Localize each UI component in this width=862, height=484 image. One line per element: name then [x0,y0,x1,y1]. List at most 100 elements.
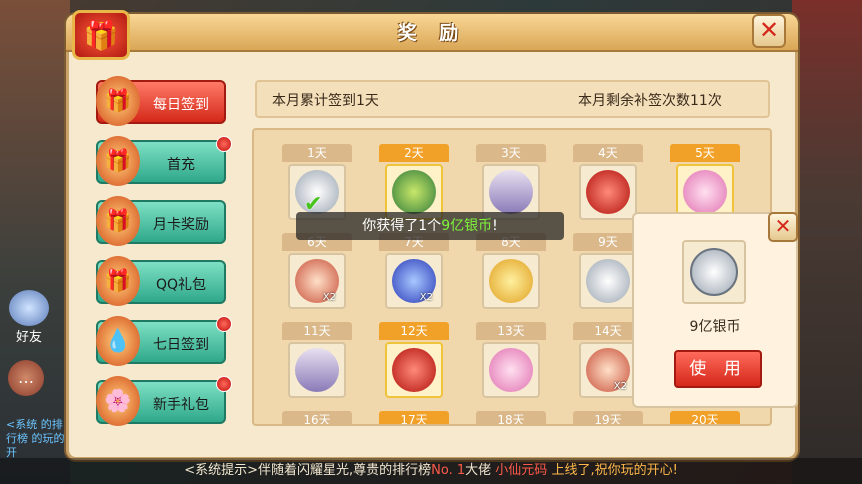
signin-day-cell[interactable]: 20天 [670,411,740,424]
dialog-title: 奖 励 [397,22,467,44]
item-quantity: X2 [419,292,433,303]
ticker-player-name: 小仙元码 [495,463,548,478]
item-quantity: X2 [322,292,336,303]
day-label: 2天 [379,144,449,162]
day-label: 3天 [476,144,546,162]
ticker-part2: 大佬 [465,463,492,478]
sidebar-item-4[interactable]: 💧 七日签到 [96,316,232,366]
sidebar-item-label: 首充 [167,157,195,173]
close-icon: ✕ [758,16,780,44]
day-label: 4天 [573,144,643,162]
day-label: 20天 [670,411,740,424]
scene-left-edge [0,0,70,484]
signin-day-cell[interactable]: 2天 [379,144,449,222]
sidebar-item-5[interactable]: 🌸 新手礼包 [96,376,232,426]
side-chat-log: <系统 的排行榜 的玩的开 [6,418,65,459]
sidebar-item-3[interactable]: 🎁 QQ礼包 [96,256,226,306]
signin-day-cell[interactable]: 5天 [670,144,740,222]
friends-button[interactable]: 好友 [6,290,52,346]
reward-slot [482,253,540,309]
reward-slot: X2 [288,253,346,309]
day-label: 1天 [282,144,352,162]
reward-slot: X2 [385,253,443,309]
lucky-bag-icon: 🎁 [96,196,140,246]
reward-slot [579,253,637,309]
red-gem-icon [392,348,436,392]
signin-day-cell[interactable]: 11天 [282,322,352,400]
day-label: 12天 [379,322,449,340]
signin-day-cell[interactable]: 7天 X2 [379,233,449,311]
toast-prefix: 你获得了1个 [362,218,442,234]
notification-dot [216,376,232,392]
red-gem-icon [586,170,630,214]
pink-egg-icon [683,170,727,214]
signin-day-cell[interactable]: 19天 [573,411,643,424]
day-label: 19天 [573,411,643,424]
signin-day-cell[interactable]: 12天 [379,322,449,400]
lucky-bag-icon: 💧 [96,316,140,366]
scene-right-edge [792,0,862,484]
game-screen: { "dialog": {"title": "奖 励"}, "sidebar":… [0,0,862,484]
friends-icon [9,290,49,326]
day-label: 11天 [282,322,352,340]
sidebar-item-label: 新手礼包 [153,397,209,413]
ticker-rank: No. 1 [431,463,466,478]
day-label: 5天 [670,144,740,162]
sidebar-item-1[interactable]: 🎁 首充 [96,136,232,186]
reward-slot [579,164,637,220]
signin-day-cell[interactable]: 16天 [282,411,352,424]
reward-category-sidebar: 🎁 每日签到 🎁 首充 🎁 月卡奖励 🎁 QQ礼包 💧 七日签到 🌸 新手礼包 [90,72,240,440]
sidebar-item-label: 每日签到 [153,97,209,113]
popup-item-name: 9亿银币 [689,319,741,335]
popup-item-slot [682,240,746,304]
system-ticker: <系统提示>伴随着闪耀星光,尊贵的排行榜No. 1大佬 小仙元码 上线了,祝你玩… [0,458,862,484]
signin-day-cell[interactable]: 6天 X2 [282,233,352,311]
ticker-part3: 上线了,祝你玩的开心! [551,463,678,478]
toast-highlight: 9亿银币 [441,218,493,234]
remaining-makeup-text: 本月剩余补签次数11次 [578,93,722,109]
toast-suffix: ! [492,218,498,234]
sidebar-item-label: 月卡奖励 [153,217,209,233]
gold-coin-icon [489,259,533,303]
silver-coin-icon [586,259,630,303]
silver-coin-icon [690,248,738,296]
chat-icon: … [18,368,34,387]
close-dialog-button[interactable]: ✕ [752,14,786,48]
gift-icon: 🎁 [72,10,130,60]
signin-day-cell[interactable]: 13天 [476,322,546,400]
sidebar-item-0[interactable]: 🎁 每日签到 [96,76,226,126]
scroll-icon [489,170,533,214]
signin-day-cell[interactable]: 17天 [379,411,449,424]
item-quantity: X2 [613,381,627,392]
signin-day-cell[interactable]: 3天 [476,144,546,222]
lucky-bag-icon: 🌸 [96,376,140,426]
notification-dot [216,136,232,152]
lucky-bag-icon: 🎁 [96,76,140,126]
friends-label: 好友 [15,330,42,345]
reward-slot [385,342,443,398]
signin-day-cell[interactable]: 4天 [573,144,643,222]
signin-day-cell[interactable]: 18天 [476,411,546,424]
use-item-button[interactable]: 使 用 [674,350,762,388]
reward-toast: 你获得了1个9亿银币! [296,212,564,240]
day-label: 13天 [476,322,546,340]
ticker-part1: <系统提示>伴随着闪耀星光,尊贵的排行榜 [184,463,432,478]
sidebar-item-2[interactable]: 🎁 月卡奖励 [96,196,226,246]
day-label: 18天 [476,411,546,424]
notification-dot [216,316,232,332]
sidebar-item-label: QQ礼包 [155,277,207,293]
chat-button[interactable]: … [8,360,44,396]
popup-close-button[interactable]: ✕ [768,212,798,242]
reward-slot: X2 [579,342,637,398]
day-label: 17天 [379,411,449,424]
signin-day-cell[interactable]: 1天 ✔ [282,144,352,222]
lucky-bag-icon: 🎁 [96,256,140,306]
reward-slot [482,342,540,398]
signin-day-cell[interactable]: 8天 [476,233,546,311]
sidebar-item-label: 七日签到 [153,337,209,353]
lucky-bag-icon: 🎁 [96,136,140,186]
day-label: 16天 [282,411,352,424]
scroll-icon [295,348,339,392]
reward-slot [288,342,346,398]
cumulative-signin-text: 本月累计签到1天 [272,93,379,109]
